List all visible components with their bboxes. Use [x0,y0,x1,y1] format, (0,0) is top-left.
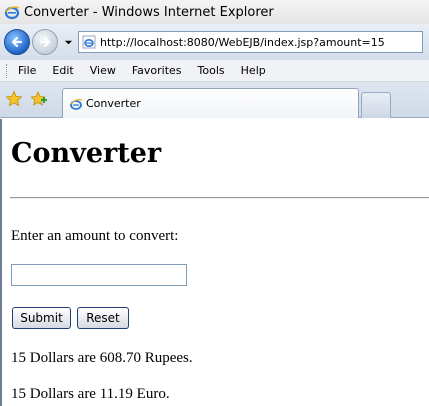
menu-file[interactable]: File [18,64,36,77]
forward-button[interactable] [32,29,58,55]
amount-prompt: Enter an amount to convert: [11,228,179,244]
menu-edit[interactable]: Edit [52,64,73,77]
address-box[interactable] [78,31,423,53]
ie-tab-icon [70,98,83,110]
page-title: Converter [11,138,162,169]
submit-button[interactable]: Submit [12,307,71,329]
star-icon[interactable] [5,90,23,108]
tab-label: Converter [86,97,141,110]
result-euro: 15 Dollars are 11.19 Euro. [11,386,170,402]
horizontal-rule [10,197,429,199]
amount-input[interactable] [11,264,187,286]
menu-tools[interactable]: Tools [198,64,225,77]
new-tab-button[interactable] [361,92,391,118]
result-rupees: 15 Dollars are 608.70 Rupees. [11,350,193,366]
back-arrow-icon [11,36,23,48]
history-dropdown-button[interactable] [62,36,74,48]
forward-arrow-icon [39,36,51,48]
window-titlebar: Converter - Windows Internet Explorer [0,0,429,24]
menu-help[interactable]: Help [241,64,266,77]
chevron-down-icon [64,40,72,44]
navigation-bar [0,24,429,60]
page-left-border [0,119,2,406]
window-title: Converter - Windows Internet Explorer [24,4,274,20]
toolbar-grip[interactable] [6,63,9,78]
tab-converter[interactable]: Converter [62,88,359,118]
address-input[interactable] [100,35,420,49]
tab-bar: Converter [0,82,429,118]
back-button[interactable] [4,29,30,55]
ie-icon [4,6,20,20]
menu-favorites[interactable]: Favorites [132,64,182,77]
menu-view[interactable]: View [90,64,116,77]
reset-button[interactable]: Reset [77,307,129,329]
add-favorite-icon[interactable] [30,90,48,108]
ie-page-icon [82,35,96,49]
menu-bar: File Edit View Favorites Tools Help [0,60,429,82]
